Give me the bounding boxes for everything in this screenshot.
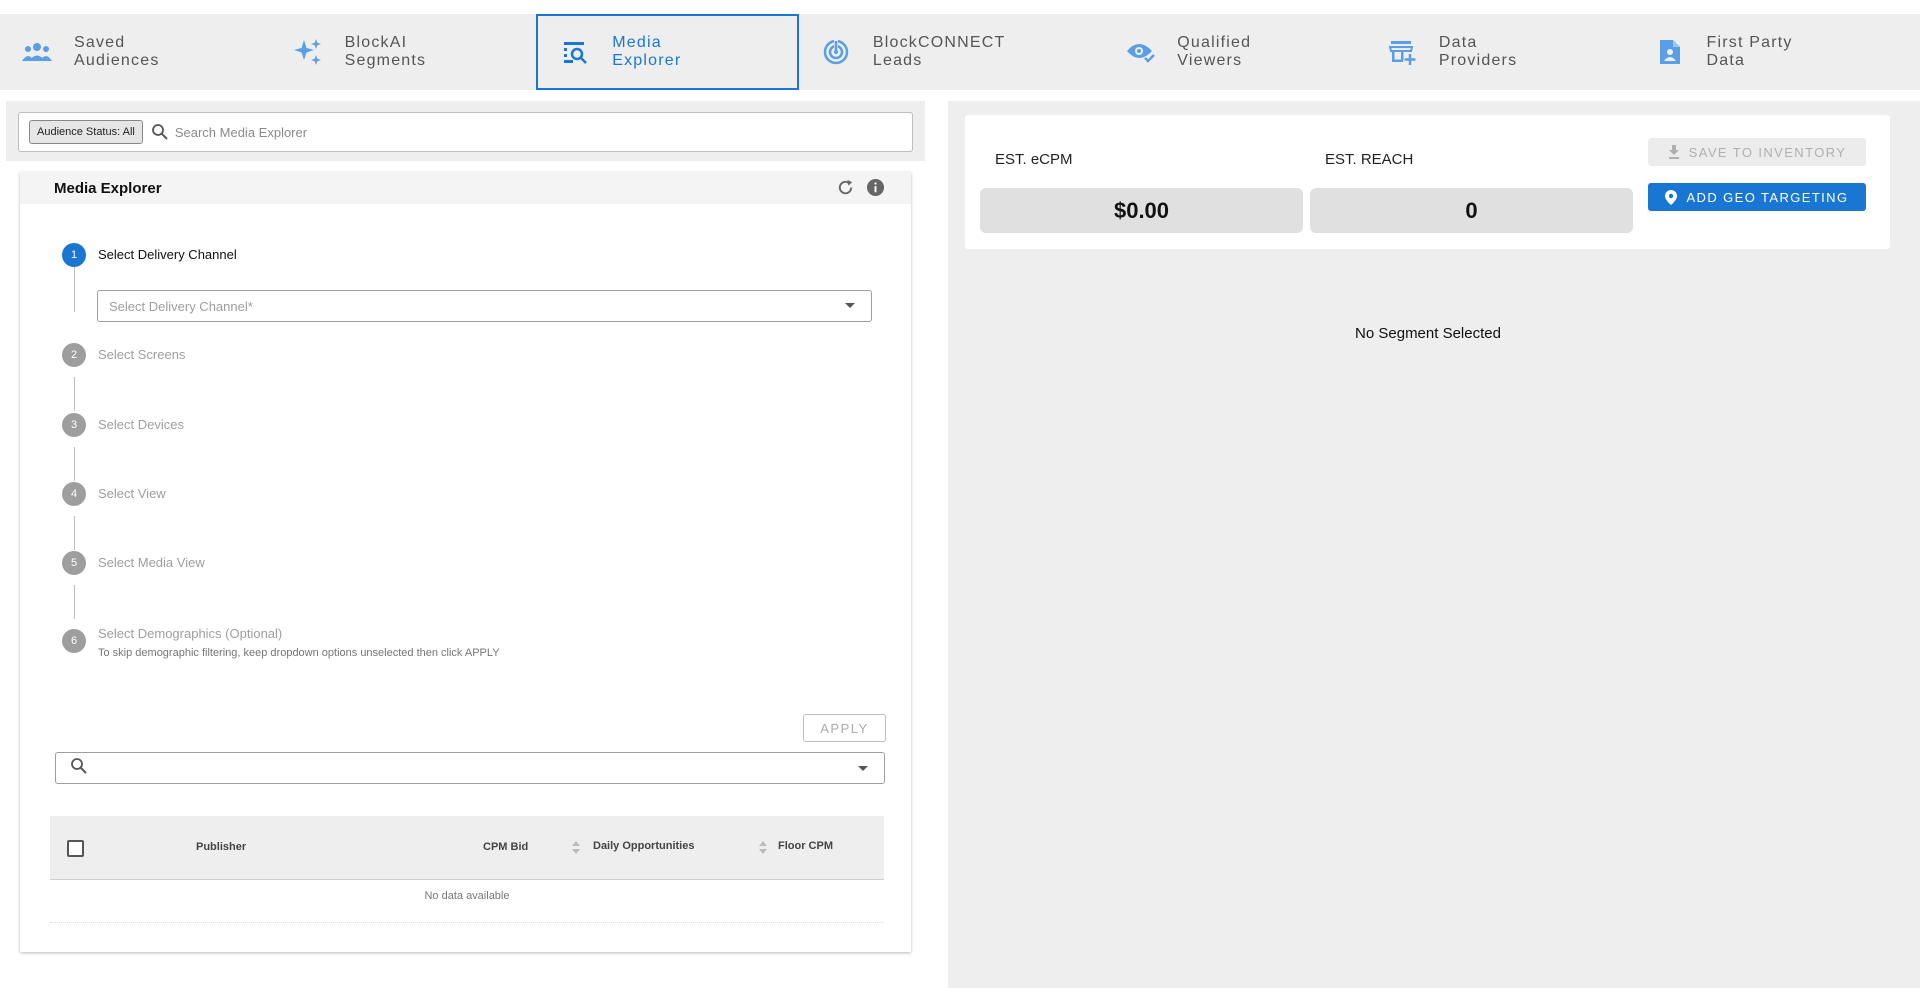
ecpm-label: EST. eCPM xyxy=(995,151,1073,168)
step-connector xyxy=(74,262,75,312)
eye-check-icon xyxy=(1125,37,1156,67)
tab-label: BlockAI Segments xyxy=(344,34,427,69)
store-add-icon xyxy=(1387,37,1417,67)
step-delivery-channel[interactable]: 1 Select Delivery Channel xyxy=(62,243,237,267)
step-media-view[interactable]: 5 Select Media View xyxy=(62,551,205,575)
tab-blockai-segments[interactable]: BlockAI Segments xyxy=(271,14,537,90)
sort-icon[interactable] xyxy=(572,841,580,855)
step-hint: To skip demographic filtering, keep drop… xyxy=(98,647,500,659)
tab-blockconnect-leads[interactable]: BlockCONNECT Leads xyxy=(799,14,1103,90)
column-daily-opportunities[interactable]: Daily Opportunities xyxy=(593,840,694,852)
step-number: 4 xyxy=(62,482,86,506)
no-segment-message: No Segment Selected xyxy=(1355,325,1501,342)
search-box[interactable]: Audience Status: All xyxy=(18,112,913,152)
step-label: Select Screens xyxy=(98,347,186,362)
reach-label: EST. REACH xyxy=(1325,151,1414,168)
step-label: Select Devices xyxy=(98,417,184,432)
save-label: SAVE TO INVENTORY xyxy=(1688,144,1847,160)
card-title: Media Explorer xyxy=(54,179,162,197)
column-floor-cpm[interactable]: Floor CPM xyxy=(778,840,833,852)
step-devices[interactable]: 3 Select Devices xyxy=(62,413,184,437)
top-nav: Saved Audiences BlockAI Segments Media E… xyxy=(0,14,1920,90)
ecpm-value: $0.00 xyxy=(980,188,1303,233)
column-publisher[interactable]: Publisher xyxy=(196,841,246,853)
step-label: Select Demographics (Optional) xyxy=(98,626,283,641)
step-number: 1 xyxy=(62,243,86,267)
step-screens[interactable]: 2 Select Screens xyxy=(62,343,185,367)
tab-label: First Party Data xyxy=(1706,34,1793,69)
step-number: 3 xyxy=(62,413,86,437)
tab-label: Saved Audiences xyxy=(74,34,160,69)
file-person-icon xyxy=(1655,37,1685,67)
tab-label: Data Providers xyxy=(1438,34,1518,69)
step-label: Select View xyxy=(98,486,166,501)
estimates-card: EST. eCPM EST. REACH $0.00 0 SAVE TO INV… xyxy=(965,115,1890,249)
table-header: Publisher CPM Bid Daily Opportunities Fl… xyxy=(50,816,884,880)
chevron-down-icon xyxy=(845,303,855,308)
step-demographics[interactable]: 6 Select Demographics (Optional) To skip… xyxy=(62,625,500,660)
delivery-channel-placeholder: Select Delivery Channel* xyxy=(109,298,253,314)
select-all-checkbox[interactable] xyxy=(67,840,84,857)
step-number: 5 xyxy=(62,551,86,575)
search-icon xyxy=(151,123,169,141)
refresh-icon[interactable] xyxy=(836,178,855,202)
media-explorer-card: Media Explorer 1 Select Delivery Channel… xyxy=(20,172,911,952)
tab-label: BlockCONNECT Leads xyxy=(872,34,1006,69)
step-connector xyxy=(74,377,75,411)
sort-icon[interactable] xyxy=(759,841,767,855)
card-header: Media Explorer xyxy=(20,172,911,204)
step-label: Select Media View xyxy=(98,555,205,570)
chevron-down-icon xyxy=(858,766,868,771)
step-number: 2 xyxy=(62,343,86,367)
table-empty-message: No data available xyxy=(424,890,510,902)
sparkle-icon xyxy=(293,37,323,67)
step-connector xyxy=(74,516,75,550)
table-footer-divider xyxy=(50,922,884,923)
column-cpm-bid[interactable]: CPM Bid xyxy=(483,841,528,853)
right-panel: EST. eCPM EST. REACH $0.00 0 SAVE TO INV… xyxy=(948,101,1920,988)
reach-value: 0 xyxy=(1310,188,1633,233)
tab-saved-audiences[interactable]: Saved Audiences xyxy=(0,14,271,90)
tab-media-explorer[interactable]: Media Explorer xyxy=(536,14,799,90)
step-connector xyxy=(74,447,75,481)
tab-data-providers[interactable]: Data Providers xyxy=(1365,14,1633,90)
save-to-inventory-button[interactable]: SAVE TO INVENTORY xyxy=(1648,138,1866,166)
search-icon xyxy=(70,757,88,780)
tab-first-party-data[interactable]: First Party Data xyxy=(1633,14,1920,90)
delivery-channel-select[interactable]: Select Delivery Channel* xyxy=(97,290,872,322)
tab-qualified-viewers[interactable]: Qualified Viewers xyxy=(1103,14,1365,90)
step-connector xyxy=(74,585,75,619)
geo-label: ADD GEO TARGETING xyxy=(1686,189,1849,205)
search-input[interactable] xyxy=(174,124,875,140)
radar-icon xyxy=(821,37,851,67)
location-pin-icon xyxy=(1665,189,1678,205)
add-geo-targeting-button[interactable]: ADD GEO TARGETING xyxy=(1648,183,1866,211)
download-icon xyxy=(1668,145,1680,159)
tab-label: Qualified Viewers xyxy=(1177,34,1252,69)
apply-button[interactable]: APPLY xyxy=(803,714,886,742)
info-icon[interactable] xyxy=(866,178,885,202)
step-label: Select Delivery Channel xyxy=(98,247,237,262)
step-number: 6 xyxy=(62,629,86,653)
step-view[interactable]: 4 Select View xyxy=(62,482,166,506)
table-filter-select[interactable] xyxy=(55,752,885,784)
audience-status-chip[interactable]: Audience Status: All xyxy=(29,120,143,144)
people-icon xyxy=(22,37,52,67)
tab-label: Media Explorer xyxy=(612,34,682,69)
media-search-icon xyxy=(560,37,590,67)
search-bar-area: Audience Status: All xyxy=(6,101,925,161)
